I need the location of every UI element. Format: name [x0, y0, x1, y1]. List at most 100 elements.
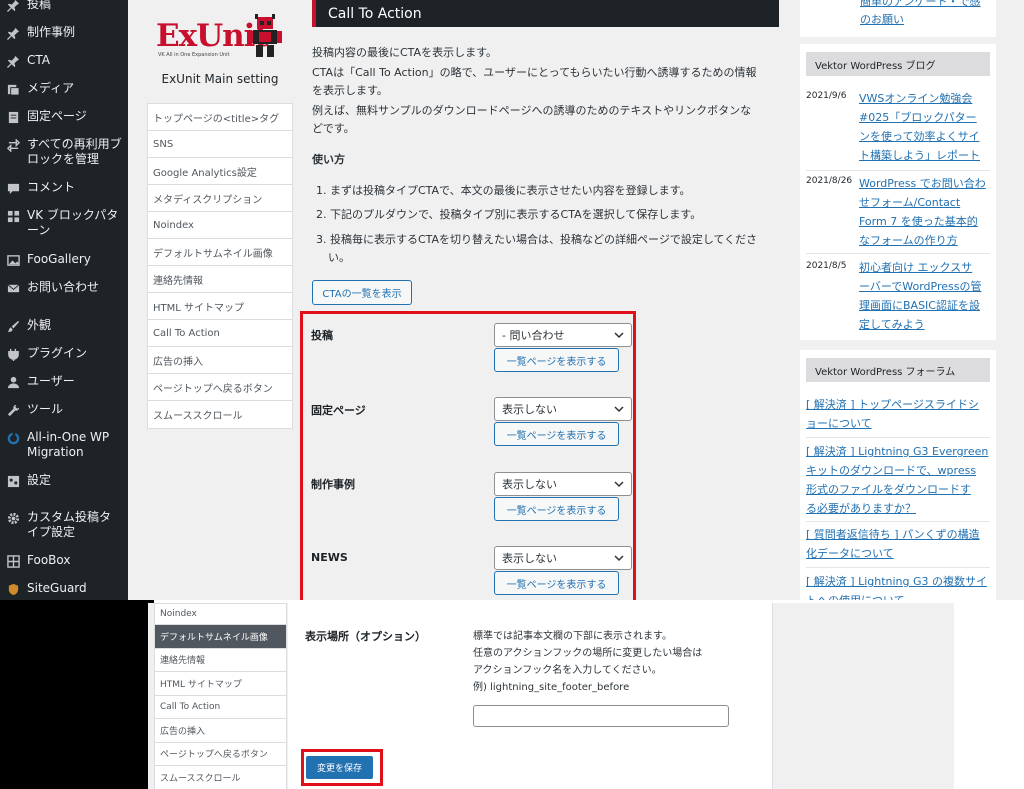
page-icon: [6, 110, 20, 124]
admin-menu-item-foobox[interactable]: FooBox: [0, 553, 128, 568]
admin-menu-item-pages[interactable]: 固定ページ: [0, 109, 128, 124]
settings-nav-item-sns[interactable]: SNS: [148, 131, 292, 158]
admin-menu: 投稿 制作事例 CTA メディア 固定ページ すべての再利用ブロックを管理 コメ…: [0, 0, 128, 600]
white-background: [954, 600, 1024, 789]
cta-description-line: を表示します。: [312, 84, 388, 97]
brush-icon: [6, 319, 20, 333]
admin-menu-item-all-in-one-wp-migration[interactable]: All-in-One WP Migration: [0, 430, 128, 460]
admin-menu-item-comments[interactable]: コメント: [0, 180, 128, 195]
admin-menu-item-appearance[interactable]: 外観: [0, 318, 128, 333]
blog-widget-title: Vektor WordPress ブログ: [806, 52, 990, 76]
chevron-down-icon: [614, 555, 624, 562]
howto-step: 1. まずは投稿タイプCTAで、本文の最後に表示させたい内容を登録します。: [316, 184, 691, 197]
blog-post-link[interactable]: ーバーでWordPressの管: [859, 277, 981, 296]
admin-menu-item-works[interactable]: 制作事例: [0, 25, 128, 40]
admin-menu-item-foogallery[interactable]: FooGallery: [0, 252, 128, 267]
settings-nav-item-ad-insert[interactable]: 広告の挿入: [148, 347, 292, 374]
settings-nav-item-smooth-scroll[interactable]: スムーススクロール: [148, 401, 292, 428]
settings-nav-item-call-to-action[interactable]: Call To Action: [155, 696, 286, 719]
cta-select-works[interactable]: 表示しない: [494, 472, 632, 496]
blog-post-link[interactable]: 理画面にBASIC認証を設: [859, 296, 980, 315]
cta-select-news[interactable]: 表示しない: [494, 546, 632, 570]
blog-post-link[interactable]: Form 7 を使った基本的: [859, 212, 978, 231]
admin-menu-item-posts[interactable]: 投稿: [0, 0, 128, 12]
blog-post-link[interactable]: ト構築しよう」レポート: [859, 146, 980, 165]
blog-post-link[interactable]: WordPress でお問い合わ: [859, 174, 986, 193]
blog-post-link[interactable]: VWSオンライン勉強会: [859, 89, 972, 108]
admin-menu-item-users[interactable]: ユーザー: [0, 374, 128, 389]
view-list-page-button-pages[interactable]: 一覧ページを表示する: [494, 422, 619, 446]
blog-post-link[interactable]: #025「ブロックパター: [859, 108, 977, 127]
reusable-block-icon: [6, 138, 20, 152]
blog-post-link[interactable]: ンを使って効率よくサイ: [859, 127, 979, 146]
forum-topic-link[interactable]: 化データについて: [806, 544, 894, 563]
forum-topic-link[interactable]: [ 質問者返信待ち ] パンくずの構造: [806, 525, 980, 544]
select-value: - 問い合わせ: [502, 329, 565, 342]
settings-nav-item-ad-insert[interactable]: 広告の挿入: [155, 719, 286, 743]
settings-nav-item-contact-info[interactable]: 連絡先情報: [155, 649, 286, 672]
admin-menu-item-reusable-blocks[interactable]: すべての再利用ブロックを管理: [0, 137, 128, 167]
settings-nav-item-html-sitemap[interactable]: HTML サイトマップ: [155, 672, 286, 696]
blog-post-link[interactable]: せフォーム/Contact: [859, 193, 960, 212]
settings-nav-item-default-thumbnail[interactable]: デフォルトサムネイル画像: [148, 239, 292, 266]
settings-nav-item-noindex[interactable]: Noindex: [148, 212, 292, 239]
view-list-page-button-works[interactable]: 一覧ページを表示する: [494, 497, 619, 521]
blog-date: 2021/8/26: [806, 176, 853, 186]
settings-nav-list: トップページの<title>タグ SNS Google Analytics設定 …: [147, 103, 293, 429]
divider: [806, 437, 990, 438]
settings-nav-item-html-sitemap[interactable]: HTML サイトマップ: [148, 293, 292, 320]
admin-menu-item-siteguard[interactable]: SiteGuard: [0, 581, 128, 596]
blog-post-link[interactable]: なフォームの作り方: [859, 231, 958, 250]
view-list-page-button-posts[interactable]: 一覧ページを表示する: [494, 348, 619, 372]
action-hook-input[interactable]: [473, 705, 729, 727]
admin-menu-item-custom-post-type[interactable]: カスタム投稿タイプ設定: [0, 510, 128, 540]
user-icon: [6, 375, 20, 389]
cta-description-line: どです。: [312, 122, 355, 135]
settings-nav-item-smooth-scroll[interactable]: スムーススクロール: [155, 766, 286, 789]
blog-post-link[interactable]: 初心者向け エックスサ: [859, 258, 972, 277]
description-line: 標準では記事本文欄の下部に表示されます。: [473, 631, 672, 642]
settings-nav-title: ExUnit Main setting: [161, 72, 279, 86]
grid-icon: [6, 209, 20, 223]
howto-step: い。: [328, 251, 350, 264]
comment-icon: [6, 181, 20, 195]
admin-menu-item-vk-block-patterns[interactable]: VK ブロックパターン: [0, 208, 128, 238]
forum-topic-link[interactable]: [ 解決済 ] トップページスライドシ: [806, 395, 979, 414]
admin-menu-item-cta[interactable]: CTA: [0, 53, 128, 68]
forum-topic-link[interactable]: 形式のファイルをダウンロードす: [806, 480, 971, 499]
bottom-settings-nav: Noindex デフォルトサムネイル画像 連絡先情報 HTML サイトマップ C…: [154, 603, 287, 789]
settings-nav-item-default-thumbnail[interactable]: デフォルトサムネイル画像: [155, 625, 286, 649]
description-line: 例) lightning_site_footer_before: [473, 682, 630, 693]
select-value: 表示しない: [502, 552, 557, 565]
settings-nav-item-meta-description[interactable]: メタディスクリプション: [148, 185, 292, 212]
save-changes-button[interactable]: 変更を保存: [306, 756, 373, 779]
settings-nav-item-call-to-action[interactable]: Call To Action: [148, 320, 292, 347]
settings-nav-item-noindex[interactable]: Noindex: [155, 604, 286, 625]
select-value: 表示しない: [502, 478, 557, 491]
wrench-icon: [6, 403, 20, 417]
settings-nav-item-title-tag[interactable]: トップページの<title>タグ: [148, 104, 292, 131]
forum-topic-link[interactable]: ョーについて: [806, 414, 872, 433]
wp-admin-screen: 投稿 制作事例 CTA メディア 固定ページ すべての再利用ブロックを管理 コメ…: [0, 0, 1024, 600]
forum-topic-link[interactable]: る必要がありますか？: [806, 499, 916, 518]
cta-list-button[interactable]: CTAの一覧を表示: [312, 280, 412, 305]
settings-nav-item-google-analytics[interactable]: Google Analytics設定: [148, 158, 292, 185]
settings-nav-item-contact-info[interactable]: 連絡先情報: [148, 266, 292, 293]
admin-menu-item-plugins[interactable]: プラグイン: [0, 346, 128, 361]
forum-topic-link[interactable]: トへの使用について: [806, 591, 905, 600]
settings-nav-item-page-top-button[interactable]: ページトップへ戻るボタン: [155, 743, 286, 766]
cta-select-pages[interactable]: 表示しない: [494, 397, 632, 421]
cta-select-posts[interactable]: - 問い合わせ: [494, 323, 632, 347]
blog-post-link[interactable]: 定してみよう: [859, 315, 925, 334]
view-list-page-button-news[interactable]: 一覧ページを表示する: [494, 571, 619, 595]
sidebar-link[interactable]: のお願い: [860, 10, 904, 29]
forum-topic-link[interactable]: キットのダウンロードで、wpress: [806, 461, 976, 480]
forum-topic-link[interactable]: [ 解決済 ] Lightning G3 Evergreen: [806, 442, 988, 461]
admin-menu-item-media[interactable]: メディア: [0, 81, 128, 96]
settings-nav-item-page-top-button[interactable]: ページトップへ戻るボタン: [148, 374, 292, 401]
admin-menu-item-settings[interactable]: 設定: [0, 473, 128, 488]
forum-topic-link[interactable]: [ 解決済 ] Lightning G3 の複数サイ: [806, 572, 987, 591]
cta-row-label-works: 制作事例: [311, 478, 355, 491]
admin-menu-item-tools[interactable]: ツール: [0, 402, 128, 417]
admin-menu-item-contact[interactable]: お問い合わせ: [0, 280, 128, 295]
